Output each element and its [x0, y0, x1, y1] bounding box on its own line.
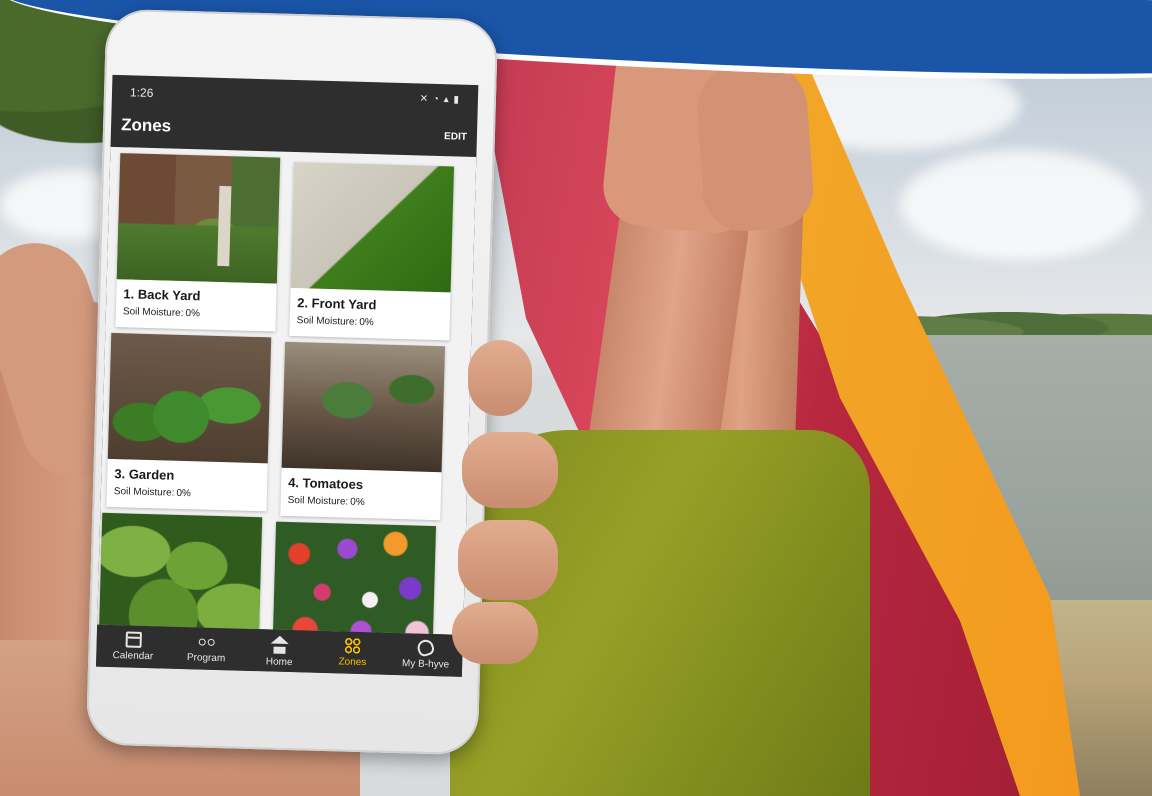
- nav-label: Zones: [338, 656, 367, 669]
- status-icons: ✕ ◔ ▴ ▮: [419, 93, 461, 106]
- status-time: 1:26: [129, 85, 154, 101]
- calendar-icon: [125, 631, 142, 648]
- nav-program[interactable]: Program: [169, 627, 243, 671]
- flowers-photo: [272, 521, 437, 635]
- finger: [462, 432, 558, 508]
- zone-card[interactable]: [271, 521, 437, 635]
- zone-card[interactable]: 4. Tomatoes Soil Moisture: 0%: [280, 341, 446, 521]
- zone-card[interactable]: [97, 512, 263, 635]
- bottom-nav: Calendar Program Home Zones My B-hyve: [95, 624, 464, 677]
- zone-card[interactable]: 2. Front Yard Soil Moisture: 0%: [289, 161, 455, 341]
- zones-icon: [345, 638, 361, 654]
- hosta-photo: [98, 512, 263, 635]
- page-title: Zones: [120, 115, 172, 136]
- back-yard-photo: [116, 153, 281, 284]
- zone-card[interactable]: 3. Garden Soil Moisture: 0%: [106, 332, 272, 512]
- tomatoes-photo: [281, 341, 446, 473]
- smartphone: 1:26 ✕ ◔ ▴ ▮ Zones EDIT 1. Back Yard Soi…: [85, 8, 499, 756]
- program-icon: [198, 633, 214, 649]
- nav-label: Home: [265, 656, 293, 669]
- edit-button[interactable]: EDIT: [444, 131, 467, 143]
- app-screen: 1:26 ✕ ◔ ▴ ▮ Zones EDIT 1. Back Yard Soi…: [95, 74, 479, 677]
- zone-card[interactable]: 1. Back Yard Soil Moisture: 0%: [115, 153, 281, 332]
- nav-label: Calendar: [112, 650, 154, 663]
- cloud: [900, 150, 1140, 260]
- nav-label: My B-hyve: [401, 658, 450, 671]
- finger: [452, 602, 538, 664]
- b-hyve-icon: [415, 637, 437, 658]
- zone-name: 1. Back Yard: [123, 286, 201, 304]
- status-bar: 1:26 ✕ ◔ ▴ ▮: [112, 75, 479, 115]
- nav-label: Program: [186, 652, 226, 665]
- zone-name: 3. Garden: [114, 466, 175, 483]
- zone-moisture: Soil Moisture: 0%: [122, 306, 201, 320]
- front-yard-photo: [290, 161, 455, 293]
- finger: [468, 340, 532, 416]
- zone-moisture: Soil Moisture: 0%: [287, 494, 365, 509]
- zone-moisture: Soil Moisture: 0%: [113, 486, 192, 500]
- nav-zones[interactable]: Zones: [315, 631, 389, 675]
- zone-name: 2. Front Yard: [297, 295, 377, 313]
- zones-grid: 1. Back Yard Soil Moisture: 0% 2. Front Y…: [97, 146, 477, 635]
- finger: [458, 520, 558, 600]
- zone-moisture: Soil Moisture: 0%: [296, 315, 374, 329]
- foot: [694, 56, 816, 234]
- zone-name: 4. Tomatoes: [287, 474, 364, 493]
- nav-calendar[interactable]: Calendar: [96, 625, 170, 669]
- garden-photo: [107, 332, 272, 464]
- home-icon: [270, 635, 289, 645]
- home-icon-base: [273, 646, 286, 654]
- nav-home[interactable]: Home: [242, 629, 316, 673]
